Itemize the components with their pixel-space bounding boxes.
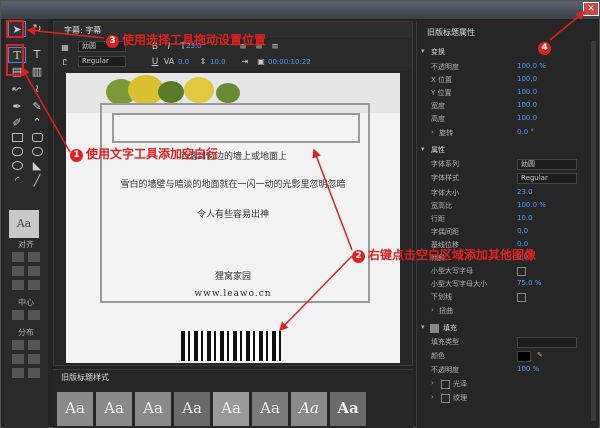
arrow-2a: [312, 148, 353, 251]
arrow-4: [549, 11, 586, 41]
arrow-2b: [278, 255, 353, 332]
arrow-3: [26, 26, 105, 39]
annotation-arrows: [21, 11, 586, 332]
arrow-1: [21, 66, 71, 153]
